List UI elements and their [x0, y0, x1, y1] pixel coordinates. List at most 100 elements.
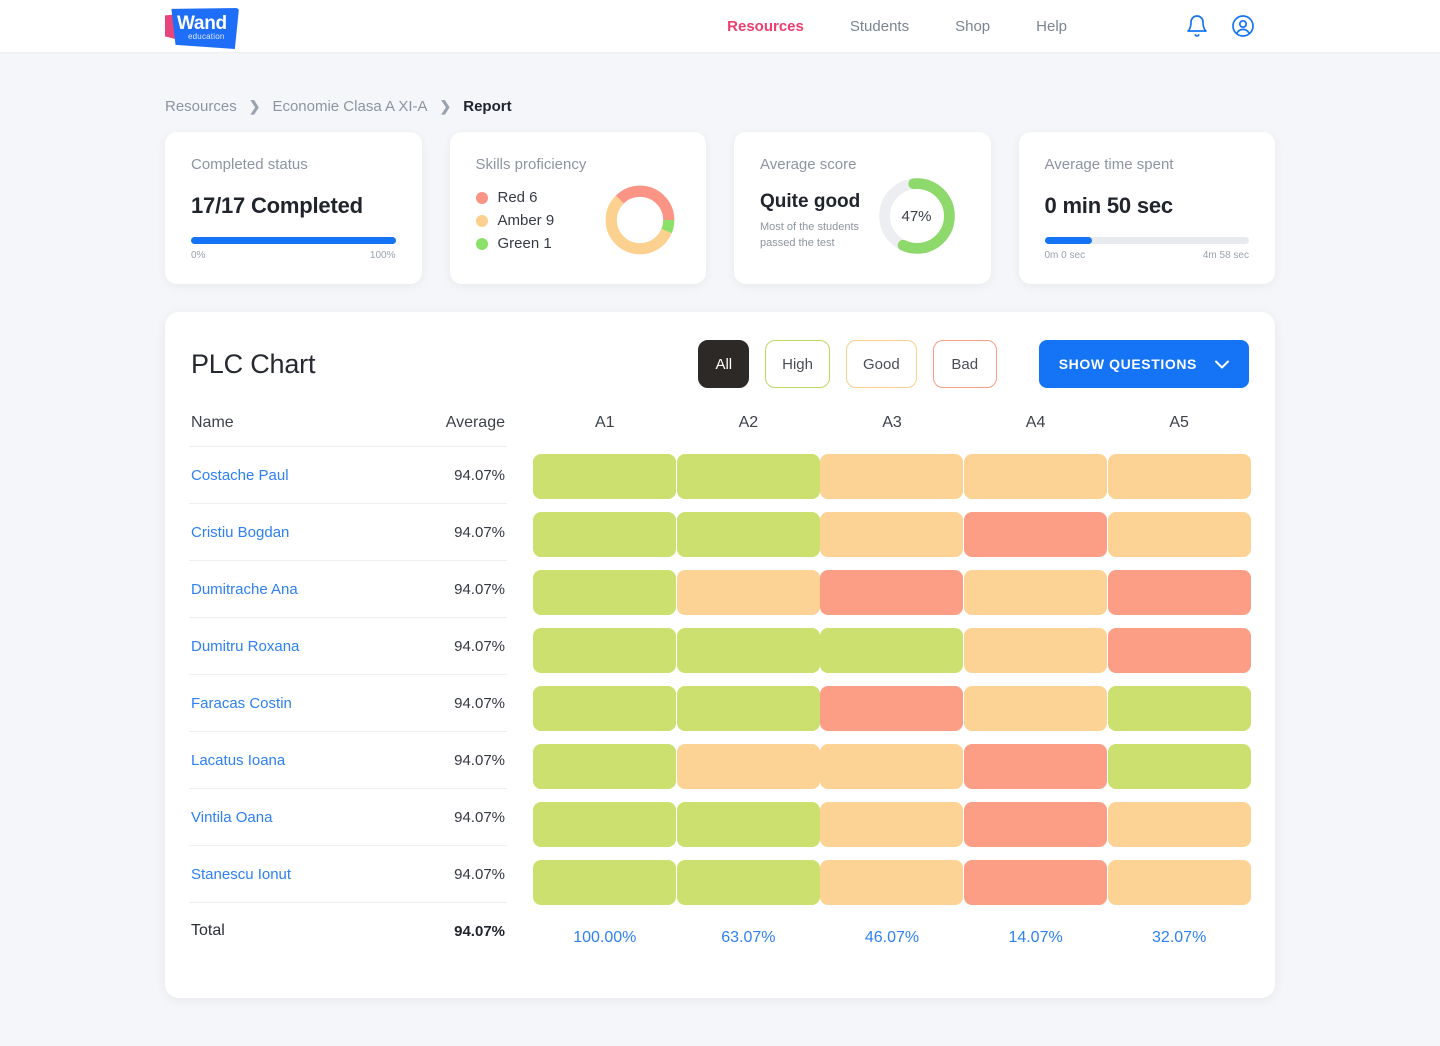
- completed-progress-track: [191, 237, 396, 244]
- student-name-link[interactable]: Cristiu Bogdan: [191, 524, 289, 541]
- column-header-name: Name: [191, 414, 234, 432]
- heatmap-cell[interactable]: [533, 628, 676, 673]
- heatmap-cell[interactable]: [1108, 628, 1251, 673]
- page-title: PLC Chart: [191, 349, 315, 380]
- heatmap-cell[interactable]: [964, 628, 1107, 673]
- heatmap-column-a2: A2 63.07%: [677, 414, 821, 959]
- filter-high[interactable]: High: [765, 340, 830, 388]
- heatmap-cell[interactable]: [533, 512, 676, 557]
- filter-all[interactable]: All: [698, 340, 749, 388]
- card-skills-proficiency: Skills proficiency Red 6 Amber 9 Green 1: [450, 132, 707, 284]
- breadcrumb: Resources ❯ Economie Clasa A XI-A ❯ Repo…: [165, 80, 1275, 132]
- heatmap-column-a3: A3 46.07%: [820, 414, 964, 959]
- student-name-link[interactable]: Dumitrache Ana: [191, 581, 298, 598]
- heatmap-cell[interactable]: [533, 744, 676, 789]
- column-header-a2: A2: [739, 414, 759, 442]
- heatmap-cell[interactable]: [1108, 686, 1251, 731]
- table-row: Stanescu Ionut 94.07%: [189, 845, 507, 902]
- heatmap-cell[interactable]: [677, 686, 820, 731]
- table-row: Costache Paul94.07%: [189, 446, 507, 503]
- panel-header: PLC Chart All High Good Bad SHOW QUESTIO…: [189, 340, 1251, 388]
- table-row: Dumitru Roxana94.07%: [189, 617, 507, 674]
- gauge-value-label: 47%: [875, 174, 959, 258]
- nav-item-students[interactable]: Students: [850, 18, 909, 35]
- card-completed-status: Completed status 17/17 Completed 0% 100%: [165, 132, 422, 284]
- nav-item-resources[interactable]: Resources: [727, 18, 804, 35]
- student-name-link[interactable]: Faracas Costin: [191, 695, 292, 712]
- heatmap-cell[interactable]: [820, 512, 963, 557]
- heatmap-cell[interactable]: [820, 802, 963, 847]
- heatmap-cell[interactable]: [820, 628, 963, 673]
- brand-logo[interactable]: Wand education: [165, 5, 239, 49]
- breadcrumb-item-class[interactable]: Economie Clasa A XI-A: [272, 98, 427, 115]
- student-rows: Costache Paul94.07%Cristiu Bogdan94.07%D…: [189, 446, 507, 902]
- filter-good[interactable]: Good: [846, 340, 917, 388]
- nav-item-shop[interactable]: Shop: [955, 18, 990, 35]
- breadcrumb-item-resources[interactable]: Resources: [165, 98, 237, 115]
- show-questions-button[interactable]: SHOW QUESTIONS: [1039, 340, 1249, 388]
- column-total-value[interactable]: 32.07%: [1152, 929, 1206, 947]
- heatmap-cell[interactable]: [1108, 512, 1251, 557]
- user-account-icon[interactable]: [1231, 14, 1255, 38]
- student-average-value: 94.07%: [454, 524, 505, 541]
- column-total-value[interactable]: 63.07%: [721, 929, 775, 947]
- heatmap-cell[interactable]: [533, 860, 676, 905]
- logo-tagline: education: [188, 32, 225, 41]
- heatmap-cell[interactable]: [1108, 454, 1251, 499]
- heatmap-cell[interactable]: [1108, 802, 1251, 847]
- chevron-down-icon: [1215, 356, 1229, 372]
- card-average-time-spent: Average time spent 0 min 50 sec 0m 0 sec…: [1019, 132, 1276, 284]
- plc-grid: Name Average Costache Paul94.07%Cristiu …: [189, 414, 1251, 959]
- heatmap-cell[interactable]: [964, 686, 1107, 731]
- student-name-link[interactable]: Costache Paul: [191, 467, 289, 484]
- student-average-value: 94.07%: [454, 809, 505, 826]
- student-name-link[interactable]: Vintila Oana: [191, 809, 272, 826]
- legend-label: Amber 9: [498, 212, 555, 229]
- time-scale: 0m 0 sec 4m 58 sec: [1045, 250, 1250, 261]
- bell-icon[interactable]: [1185, 14, 1209, 38]
- heatmap-cell[interactable]: [677, 570, 820, 615]
- student-average-value: 94.07%: [454, 866, 505, 883]
- heatmap-cell[interactable]: [820, 860, 963, 905]
- heatmap-cell[interactable]: [964, 570, 1107, 615]
- heatmap-cell[interactable]: [964, 512, 1107, 557]
- heatmap-cell[interactable]: [820, 454, 963, 499]
- nav-item-help[interactable]: Help: [1036, 18, 1067, 35]
- legend-label: Green 1: [498, 235, 552, 252]
- column-total-value[interactable]: 46.07%: [865, 929, 919, 947]
- completed-max-label: 100%: [370, 250, 396, 261]
- heatmap-cell[interactable]: [1108, 860, 1251, 905]
- heatmap-cell[interactable]: [533, 686, 676, 731]
- heatmap-cell[interactable]: [677, 628, 820, 673]
- heatmap-cell[interactable]: [677, 802, 820, 847]
- heatmap-cell[interactable]: [533, 454, 676, 499]
- time-value: 0 min 50 sec: [1045, 193, 1250, 219]
- heatmap-cell[interactable]: [964, 860, 1107, 905]
- student-name-link[interactable]: Lacatus Ioana: [191, 752, 285, 769]
- student-name-link[interactable]: Stanescu Ionut: [191, 866, 291, 883]
- column-total-value[interactable]: 14.07%: [1008, 929, 1062, 947]
- heatmap-cell[interactable]: [964, 744, 1107, 789]
- time-progress-fill: [1045, 237, 1092, 244]
- heatmap-cell[interactable]: [820, 744, 963, 789]
- heatmap-cell[interactable]: [533, 802, 676, 847]
- heatmap-cell[interactable]: [964, 802, 1107, 847]
- heatmap-cell[interactable]: [677, 512, 820, 557]
- heatmap-cell[interactable]: [677, 454, 820, 499]
- heatmap-cell[interactable]: [1108, 744, 1251, 789]
- column-header-a3: A3: [882, 414, 902, 442]
- time-min-label: 0m 0 sec: [1045, 250, 1086, 261]
- heatmap-cell[interactable]: [677, 744, 820, 789]
- heatmap-cell[interactable]: [533, 570, 676, 615]
- heatmap-cell[interactable]: [964, 454, 1107, 499]
- chevron-right-icon: ❯: [249, 98, 261, 115]
- heatmap-cell[interactable]: [820, 570, 963, 615]
- heatmap-cell[interactable]: [1108, 570, 1251, 615]
- student-table: Name Average Costache Paul94.07%Cristiu …: [189, 414, 507, 959]
- column-header-average: Average: [446, 414, 505, 432]
- filter-bad[interactable]: Bad: [933, 340, 997, 388]
- column-total-value[interactable]: 100.00%: [573, 929, 636, 947]
- student-name-link[interactable]: Dumitru Roxana: [191, 638, 299, 655]
- heatmap-cell[interactable]: [820, 686, 963, 731]
- heatmap-cell[interactable]: [677, 860, 820, 905]
